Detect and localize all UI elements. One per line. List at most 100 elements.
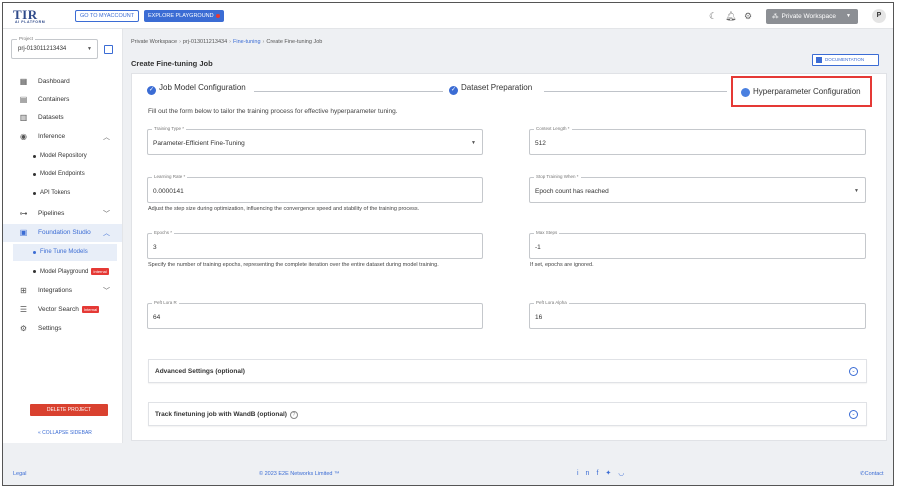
peft-lora-r-input[interactable]: Peft Lora R 64	[147, 300, 483, 329]
user-avatar[interactable]: P	[872, 9, 886, 23]
sidebar-item-model-repository[interactable]: Model Repository	[3, 148, 122, 165]
contact-link[interactable]: ✆Contact	[860, 471, 884, 477]
footer: Legal © 2023 E2E Networks Limited ™ inf✦…	[3, 461, 893, 485]
sidebar-item-model-playground[interactable]: Model Playground Internal	[3, 263, 122, 280]
sidebar-item-settings[interactable]: ⚙ Settings	[3, 320, 122, 338]
top-bar: TIR AI PLATFORM GO TO MYACCOUNT EXPLORE …	[3, 3, 893, 29]
help-question-icon[interactable]: ?	[289, 411, 298, 419]
documentation-label: DOCUMENTATION	[825, 57, 865, 62]
explore-playground-button[interactable]: EXPLORE PLAYGROUND	[144, 10, 224, 22]
sidebar-item-foundation-studio[interactable]: ▣ Foundation Studio ︿	[3, 224, 122, 242]
expand-icon[interactable]: ⌄	[849, 367, 858, 376]
field-label: Peft Lora Alpha	[534, 300, 569, 305]
documentation-button[interactable]: DOCUMENTATION	[812, 54, 879, 66]
foundation-studio-icon: ▣	[19, 228, 28, 237]
field-value: 3	[153, 244, 157, 251]
workspace-selector[interactable]: ⁂ Private Workspace ▼	[766, 9, 858, 24]
social-links: inf✦◡	[577, 469, 631, 477]
field-label: Training Type *	[152, 126, 187, 131]
vector-search-icon: ☰	[19, 305, 28, 314]
explore-playground-label: EXPLORE PLAYGROUND	[148, 13, 214, 19]
sidebar-item-integrations[interactable]: ⊞ Integrations ﹀	[3, 282, 122, 300]
step-dataset-preparation[interactable]: ✓ Dataset Preparation	[449, 83, 532, 95]
gear-icon: ⚙	[19, 324, 28, 333]
sidebar-item-vector-search[interactable]: ☰ Vector Search Internal	[3, 301, 122, 319]
sidebar-item-label: Dashboard	[38, 78, 70, 85]
max-steps-input[interactable]: Max Steps -1	[529, 230, 866, 259]
breadcrumb-project[interactable]: prj-013011213434	[183, 39, 227, 45]
sidebar-item-label: Datasets	[38, 114, 64, 121]
pipeline-icon: ⊶	[19, 209, 28, 218]
field-value: 64	[153, 314, 161, 321]
stop-training-when-select[interactable]: Stop Training When * Epoch count has rea…	[529, 174, 866, 203]
sidebar-item-model-endpoints[interactable]: Model Endpoints	[3, 166, 122, 183]
delete-project-button[interactable]: DELETE PROJECT	[30, 404, 108, 416]
epochs-input[interactable]: Epochs * 3	[147, 230, 483, 259]
dark-mode-icon[interactable]: ☾	[708, 11, 718, 21]
notification-bell-icon[interactable]: 🔔︎	[725, 11, 736, 21]
sidebar-item-datasets[interactable]: ▥ Datasets	[3, 109, 122, 127]
sidebar-item-containers[interactable]: ▤ Containers	[3, 91, 122, 109]
breadcrumb-workspace[interactable]: Private Workspace	[131, 39, 177, 45]
vector-search-label: Vector Search	[38, 306, 79, 314]
accordion-title: Advanced Settings (optional)	[155, 368, 245, 375]
sidebar-item-dashboard[interactable]: ▦ Dashboard	[3, 73, 122, 91]
tir-logo[interactable]: TIR AI PLATFORM	[13, 7, 59, 25]
sidebar-item-label: Fine Tune Models	[40, 249, 88, 255]
field-value: 16	[535, 314, 543, 321]
twitter-icon[interactable]: ✦	[605, 470, 618, 477]
expand-icon[interactable]: ⌄	[849, 410, 858, 419]
advanced-settings-accordion[interactable]: Advanced Settings (optional) ⌄	[148, 359, 867, 383]
peft-lora-alpha-input[interactable]: Peft Lora Alpha 16	[529, 300, 866, 329]
linkedin-icon[interactable]: in	[577, 470, 596, 477]
go-to-myaccount-button[interactable]: GO TO MYACCOUNT	[75, 10, 140, 22]
project-selector[interactable]: Project prj-013011213434 ▼	[11, 36, 98, 59]
form-intro: Fill out the form below to tailor the tr…	[148, 108, 398, 115]
context-length-input[interactable]: Context Length * 512	[529, 126, 866, 155]
chevron-up-icon: ︿	[103, 230, 110, 237]
track-wandb-accordion[interactable]: Track finetuning job with WandB (optiona…	[148, 402, 867, 426]
sidebar-item-pipelines[interactable]: ⊶ Pipelines ﹀	[3, 205, 122, 223]
training-type-select[interactable]: Training Type * Parameter-Efficient Fine…	[147, 126, 483, 155]
sidebar: Project prj-013011213434 ▼ ▦ Dashboard ▤…	[3, 29, 123, 443]
field-label: Peft Lora R	[152, 300, 179, 305]
sidebar-item-label: API Tokens	[40, 190, 71, 196]
field-label: Epochs *	[152, 230, 175, 235]
sidebar-item-inference[interactable]: ◉ Inference ︿	[3, 128, 122, 146]
breadcrumb-fine-tuning[interactable]: Fine-tuning	[233, 39, 261, 45]
step-job-model-configuration[interactable]: ✓ Job Model Configuration	[147, 83, 246, 95]
bullet-icon	[33, 173, 36, 176]
field-value: -1	[535, 244, 541, 251]
chevron-down-icon: ▼	[854, 188, 859, 194]
field-label: Learning Rate *	[152, 174, 188, 179]
chevron-down-icon: ﹀	[103, 211, 110, 218]
sidebar-item-label: Model Endpoints	[40, 171, 85, 177]
collapse-sidebar-button[interactable]: « COLLAPSE SIDEBAR	[38, 430, 92, 436]
sidebar-item-label: Inference	[38, 133, 66, 140]
sidebar-item-api-tokens[interactable]: API Tokens	[3, 185, 122, 202]
collapse-sidebar-label: COLLAPSE SIDEBAR	[42, 430, 92, 436]
double-chevron-left-icon: «	[38, 430, 41, 436]
field-value: Parameter-Efficient Fine-Tuning	[153, 140, 245, 147]
track-wandb-label: Track finetuning job with WandB (optiona…	[155, 411, 287, 418]
sidebar-item-label: Foundation Studio	[38, 229, 91, 236]
integrations-icon: ⊞	[20, 286, 27, 295]
chevron-down-icon: ▼	[87, 46, 92, 52]
model-playground-label: Model Playground	[40, 269, 89, 276]
step-hyperparameter-configuration[interactable]: Hyperparameter Configuration	[731, 76, 872, 107]
field-label: Context Length *	[534, 126, 572, 131]
project-manage-icon[interactable]	[104, 45, 113, 54]
sidebar-item-fine-tune-models[interactable]: Fine Tune Models	[13, 244, 117, 261]
sidebar-item-label: Vector Search Internal	[38, 306, 100, 314]
settings-gear-icon[interactable]: ⚙	[743, 11, 753, 21]
learning-rate-input[interactable]: Learning Rate * 0.0000141	[147, 174, 483, 203]
rss-icon[interactable]: ◡	[618, 470, 631, 477]
dashboard-icon: ▦	[19, 77, 28, 86]
accordion-title: Track finetuning job with WandB (optiona…	[155, 411, 298, 419]
legal-link[interactable]: Legal	[13, 471, 26, 477]
breadcrumb-current: Create Fine-tuning Job	[266, 39, 323, 45]
check-circle-icon: ✓	[449, 86, 458, 95]
step-label: Dataset Preparation	[461, 83, 533, 92]
sidebar-item-label: Model Playground Internal	[40, 268, 109, 275]
container-icon: ▤	[19, 95, 28, 104]
